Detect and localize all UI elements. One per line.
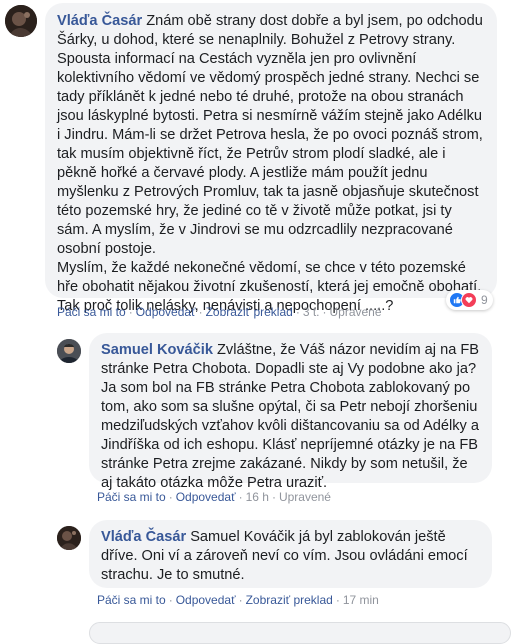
comment-bubble: Vláďa Časár Znám obě strany dost dobře a…	[45, 3, 497, 314]
comment-author[interactable]: Samuel Kováčik	[101, 342, 213, 358]
reaction-count: 9	[481, 293, 488, 307]
reply-link[interactable]: Odpovedať	[136, 305, 196, 319]
comment-text: Zvláštne, že Váš názor nevidím aj na FB …	[101, 342, 480, 491]
comment-bubble: Vláďa Časár Samuel Kováčik já byl zablok…	[89, 520, 492, 588]
reply-link[interactable]: Odpovedať	[176, 490, 236, 504]
translate-link[interactable]: Zobraziť preklad	[246, 593, 333, 607]
like-link[interactable]: Páči sa mi to	[97, 593, 166, 607]
translate-link[interactable]: Zobraziť preklad	[206, 305, 293, 319]
love-icon	[461, 292, 477, 308]
edited-label[interactable]: Upravené	[330, 305, 382, 319]
reactions-badge[interactable]: 9	[446, 290, 493, 310]
like-link[interactable]: Páči sa mi to	[57, 305, 126, 319]
comment-author[interactable]: Vláďa Časár	[101, 529, 186, 545]
reply-input-edge[interactable]	[89, 622, 511, 644]
comment-actions: Páči sa mi to · Odpovedať · 16 h · Upravené	[97, 490, 331, 504]
reply-link[interactable]: Odpovedať	[176, 593, 236, 607]
edited-label[interactable]: Upravené	[279, 490, 331, 504]
timestamp[interactable]: 3 t.	[303, 305, 320, 319]
comment-actions: Páči sa mi to · Odpovedať · Zobraziť preklad…	[57, 305, 382, 319]
comment-author[interactable]: Vláďa Časár	[57, 13, 142, 29]
avatar[interactable]	[5, 5, 37, 37]
timestamp[interactable]: 16 h	[246, 490, 269, 504]
comment-bubble: Samuel Kováčik Zvláštne, že Váš názor ne…	[89, 333, 492, 491]
avatar[interactable]	[57, 526, 81, 550]
avatar[interactable]	[57, 339, 81, 363]
comment-actions: Páči sa mi to · Odpovedať · Zobraziť preklad…	[97, 593, 379, 607]
comment-text: Znám obě strany dost dobře a byl jsem, p…	[57, 13, 483, 314]
timestamp[interactable]: 17 min	[343, 593, 379, 607]
like-link[interactable]: Páči sa mi to	[97, 490, 166, 504]
